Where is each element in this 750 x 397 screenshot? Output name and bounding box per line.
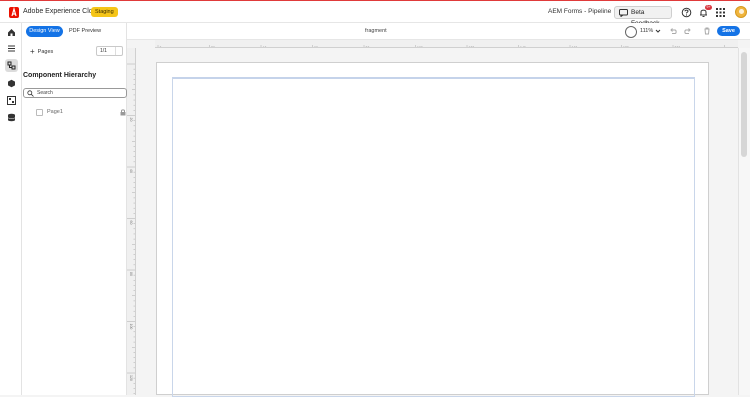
- delete-icon[interactable]: [703, 27, 711, 35]
- chevron-down-icon: [115, 47, 122, 55]
- tab-design-view[interactable]: Design View: [26, 26, 63, 37]
- ruler-h-label: 0: [160, 46, 162, 48]
- home-icon[interactable]: [5, 26, 18, 39]
- save-button[interactable]: Save: [717, 26, 740, 36]
- lock-icon[interactable]: [120, 109, 126, 116]
- canvas-toolbar: fragment 111% Save: [127, 23, 750, 40]
- redo-icon[interactable]: [684, 27, 692, 35]
- ruler-h-label: 40: [263, 46, 267, 48]
- zoom-level[interactable]: 111%: [640, 28, 653, 34]
- ruler-v-label: 20: [129, 118, 133, 122]
- search-icon: [27, 90, 34, 97]
- ruler-v-label: 40: [129, 169, 133, 173]
- ruler-h-label: 20: [211, 46, 215, 48]
- apps-grid-icon[interactable]: [715, 7, 726, 18]
- tree-item-page1[interactable]: Page1: [36, 108, 126, 118]
- user-avatar[interactable]: [735, 6, 747, 18]
- scrollbar-thumb[interactable]: [741, 52, 747, 157]
- context-title: AEM Forms - Pipeline: [548, 8, 612, 15]
- ruler-h-label: 100: [417, 46, 423, 48]
- tab-pdf-preview[interactable]: PDF Preview: [69, 26, 101, 37]
- environment-badge: Staging: [91, 7, 118, 17]
- undo-icon[interactable]: [669, 27, 677, 35]
- page-content-area[interactable]: [172, 77, 695, 397]
- search-placeholder: Search: [37, 90, 53, 96]
- vertical-ruler: 20 40 60 80 100 120: [127, 48, 136, 395]
- page-selector[interactable]: 1/1: [96, 46, 123, 56]
- plus-icon: +: [30, 47, 35, 56]
- accessibility-icon[interactable]: [625, 26, 637, 38]
- ruler-v-label: 100: [129, 324, 133, 330]
- global-header: Adobe Experience Cloud Staging AEM Forms…: [0, 0, 750, 27]
- beta-feedback-button[interactable]: Beta Feedback: [614, 6, 672, 27]
- ruler-v-label: 60: [129, 221, 133, 225]
- horizontal-ruler: 0 20 40 60 80 100 120 140 160 180 200: [155, 40, 738, 48]
- menu-icon[interactable]: [5, 42, 18, 55]
- component-panel: Design View PDF Preview + Pages 1/1 Compo…: [22, 23, 127, 395]
- ruler-h-label: 160: [572, 46, 578, 48]
- ruler-h-label: 60: [314, 46, 318, 48]
- components-icon[interactable]: [5, 77, 18, 90]
- ruler-h-label: 80: [366, 46, 370, 48]
- help-icon[interactable]: [681, 7, 692, 18]
- form-page[interactable]: [156, 62, 709, 397]
- page-selector-value: 1/1: [100, 48, 107, 54]
- data-model-icon[interactable]: [5, 94, 18, 107]
- tree-item-checkbox[interactable]: [36, 109, 43, 116]
- database-icon[interactable]: [5, 111, 18, 124]
- canvas-scrollbar[interactable]: [738, 48, 750, 395]
- search-input[interactable]: Search: [23, 88, 127, 98]
- chevron-down-icon[interactable]: [655, 28, 661, 34]
- ruler-h-label: 180: [623, 46, 629, 48]
- add-page-button[interactable]: + Pages: [30, 47, 53, 56]
- ruler-v-label: 120: [129, 375, 133, 381]
- ruler-v-label: 80: [129, 272, 133, 276]
- tree-item-label: Page1: [47, 109, 63, 115]
- fragment-name: fragment: [365, 28, 387, 34]
- view-tabs: Design View PDF Preview: [22, 23, 127, 43]
- notification-badge: 9+: [705, 5, 712, 10]
- ruler-h-label: 200: [675, 46, 681, 48]
- feedback-icon: [619, 9, 628, 17]
- ruler-h-label: 120: [469, 46, 475, 48]
- left-rail: [0, 23, 22, 395]
- adobe-logo-icon[interactable]: [9, 7, 19, 18]
- component-tree-icon[interactable]: [5, 59, 18, 72]
- app-title[interactable]: Adobe Experience Cloud: [23, 8, 100, 15]
- component-hierarchy-title: Component Hierarchy: [23, 72, 97, 79]
- ruler-h-label: 140: [520, 46, 526, 48]
- pages-label: Pages: [37, 49, 54, 55]
